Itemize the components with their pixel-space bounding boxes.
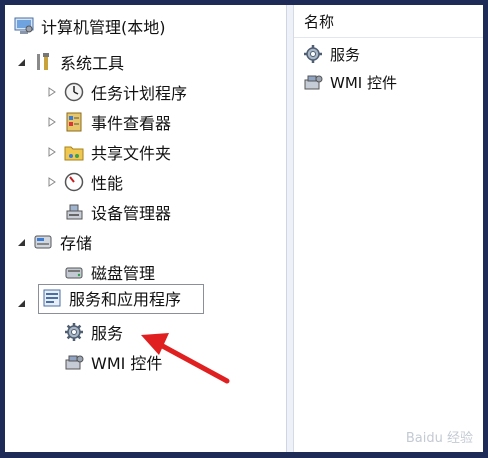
tree-item-shared-folders[interactable]: 共享文件夹 bbox=[63, 138, 171, 166]
tree-label-system-tools: 系统工具 bbox=[60, 54, 125, 73]
tree-item-device-manager[interactable]: 设备管理器 bbox=[63, 198, 171, 226]
shared-folder-icon bbox=[63, 141, 85, 163]
list-item-label: 服务 bbox=[330, 45, 361, 64]
tree-item-root[interactable]: 计算机管理(本地) bbox=[13, 12, 166, 40]
tree-item-event-viewer[interactable]: 事件查看器 bbox=[63, 108, 171, 136]
collapse-icon[interactable] bbox=[15, 236, 27, 248]
device-manager-icon bbox=[63, 201, 85, 223]
tree-label-device-manager: 设备管理器 bbox=[91, 204, 172, 223]
services-applications-icon bbox=[41, 287, 63, 309]
tree-item-storage[interactable]: 存储 bbox=[32, 228, 92, 256]
disk-management-icon bbox=[63, 261, 85, 283]
list-item-label: WMI 控件 bbox=[330, 73, 397, 92]
clock-icon bbox=[63, 81, 85, 103]
storage-icon bbox=[32, 231, 54, 253]
tree-label-services: 服务 bbox=[91, 324, 124, 343]
expand-icon[interactable] bbox=[46, 176, 58, 188]
column-header-label: 名称 bbox=[304, 12, 335, 31]
expand-icon[interactable] bbox=[46, 116, 58, 128]
tree-item-system-tools[interactable]: 系统工具 bbox=[32, 48, 124, 76]
tree-item-task-scheduler[interactable]: 任务计划程序 bbox=[63, 78, 187, 106]
computer-management-window: 计算机管理(本地) 系统工具 任务计划程序 事件查看器 共享文件夹 性能 设备管… bbox=[5, 5, 483, 452]
list-item-wmi-control[interactable]: WMI 控件 bbox=[294, 68, 483, 96]
gear-icon bbox=[302, 43, 324, 65]
tree-label-performance: 性能 bbox=[91, 174, 124, 193]
expand-icon[interactable] bbox=[46, 146, 58, 158]
event-viewer-icon bbox=[63, 111, 85, 133]
computer-management-icon bbox=[13, 15, 35, 37]
tree-label-storage: 存储 bbox=[60, 234, 93, 253]
expand-icon[interactable] bbox=[46, 86, 58, 98]
details-list-pane: 名称 服务 WMI 控件 bbox=[294, 5, 483, 452]
console-tree-pane: 计算机管理(本地) 系统工具 任务计划程序 事件查看器 共享文件夹 性能 设备管… bbox=[5, 5, 287, 452]
collapse-icon[interactable] bbox=[15, 56, 27, 68]
tree-label-root: 计算机管理(本地) bbox=[41, 18, 166, 37]
tree-label-task-scheduler: 任务计划程序 bbox=[91, 84, 188, 103]
wmi-control-icon bbox=[63, 351, 85, 373]
tree-item-performance[interactable]: 性能 bbox=[63, 168, 123, 196]
annotation-arrow bbox=[141, 333, 230, 384]
watermark: Baidu 经验 bbox=[405, 431, 473, 446]
performance-gauge-icon bbox=[63, 171, 85, 193]
list-item-services[interactable]: 服务 bbox=[294, 40, 483, 68]
column-header-name[interactable]: 名称 bbox=[294, 5, 483, 38]
tree-item-disk-management[interactable]: 磁盘管理 bbox=[63, 258, 155, 286]
tree-label-event-viewer: 事件查看器 bbox=[91, 114, 172, 133]
collapse-icon[interactable] bbox=[15, 297, 27, 309]
gear-icon bbox=[63, 321, 85, 343]
tree-item-services[interactable]: 服务 bbox=[63, 318, 123, 346]
wmi-control-icon bbox=[302, 71, 324, 93]
tree-item-services-and-applications[interactable]: 服务和应用程序 bbox=[41, 284, 181, 312]
tree-label-services-and-applications: 服务和应用程序 bbox=[69, 290, 182, 309]
tree-label-disk-management: 磁盘管理 bbox=[91, 264, 156, 283]
tools-icon bbox=[32, 51, 54, 73]
pane-splitter[interactable] bbox=[287, 5, 294, 452]
tree-label-shared-folders: 共享文件夹 bbox=[91, 144, 172, 163]
